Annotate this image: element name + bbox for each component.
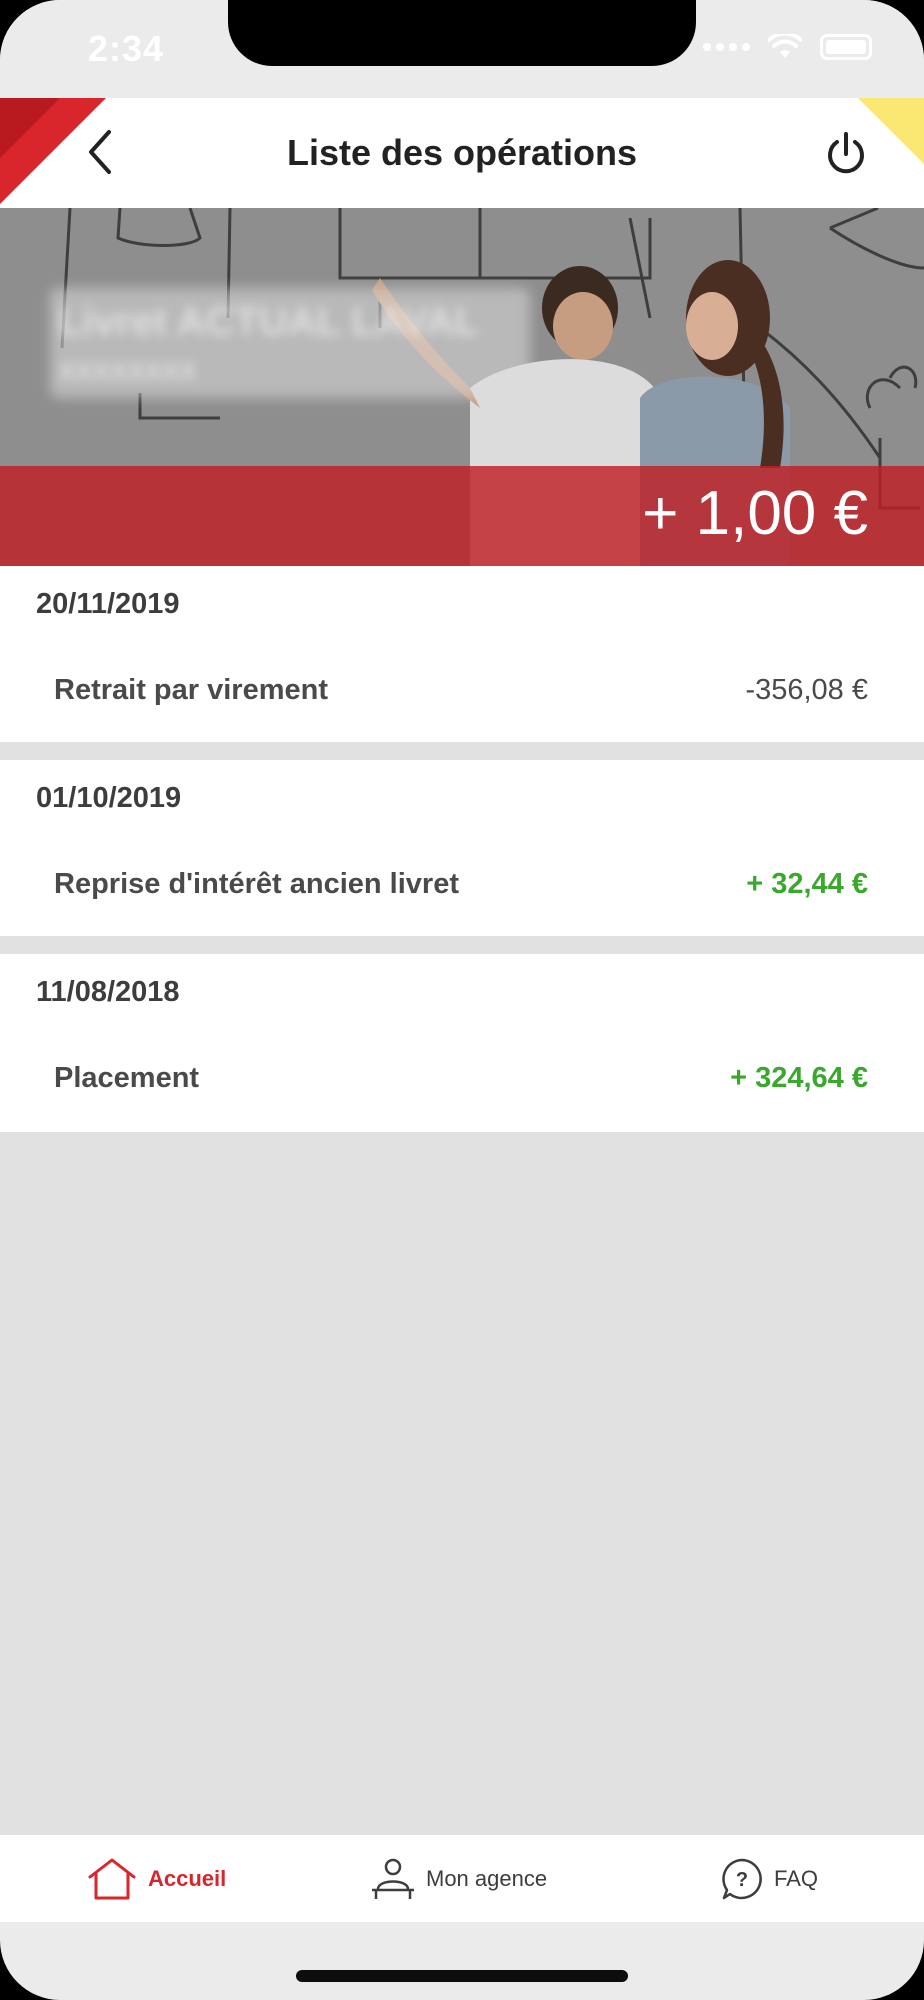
status-time: 2:34	[88, 28, 165, 69]
tab-accueil[interactable]: Accueil	[86, 1835, 226, 1923]
power-icon	[828, 132, 864, 174]
app-header: Liste des opérations	[0, 98, 924, 208]
tab-label: Accueil	[148, 1866, 227, 1891]
signal-icon	[703, 43, 750, 51]
tab-mon-agence[interactable]: Mon agence	[370, 1835, 547, 1923]
operation-group: 20/11/2019 Retrait par virement -356,08 …	[0, 566, 924, 742]
operation-label: Retrait par virement	[54, 674, 328, 706]
operation-row[interactable]: Reprise d'intérêt ancien livret + 32,44 …	[0, 840, 924, 936]
group-separator	[0, 936, 924, 954]
tab-label: FAQ	[774, 1866, 819, 1891]
operation-amount: + 32,44 €	[746, 868, 868, 900]
operation-label: Reprise d'intérêt ancien livret	[54, 868, 459, 900]
account-name: Livret ACTUAL LAVAL	[58, 300, 479, 344]
bottom-tab-bar: Accueil Mon agence ? FAQ	[0, 1834, 924, 1922]
operation-amount: -356,08 €	[745, 674, 868, 706]
battery-icon	[820, 34, 872, 60]
group-separator	[0, 742, 924, 760]
operation-group: 11/08/2018 Placement + 324,64 €	[0, 954, 924, 1132]
operation-date: 01/10/2019	[36, 782, 182, 814]
operation-label: Placement	[54, 1062, 200, 1094]
empty-list-area	[0, 1132, 924, 1834]
home-icon	[88, 1858, 136, 1900]
home-indicator	[296, 1970, 628, 1982]
operation-date: 11/08/2018	[36, 976, 180, 1008]
account-balance: + 1,00 €	[642, 479, 868, 548]
device-notch	[228, 0, 696, 66]
operation-group: 01/10/2019 Reprise d'intérêt ancien livr…	[0, 760, 924, 936]
status-icons	[703, 34, 872, 60]
operation-amount: + 324,64 €	[730, 1062, 868, 1094]
logout-button[interactable]	[816, 124, 876, 184]
operation-row[interactable]: Retrait par virement -356,08 €	[0, 646, 924, 742]
tab-faq[interactable]: ? FAQ	[720, 1835, 818, 1923]
wifi-icon	[768, 34, 802, 60]
agent-icon	[372, 1858, 414, 1899]
tab-label: Mon agence	[426, 1866, 548, 1891]
balance-bar: + 1,00 €	[0, 466, 924, 566]
status-bar: 2:34	[0, 0, 924, 98]
operation-date: 20/11/2019	[36, 588, 180, 620]
faq-icon: ?	[722, 1858, 762, 1900]
phone-screen: 2:34 Liste des opérations Livret ACTUAL …	[0, 0, 924, 2000]
operation-row[interactable]: Placement + 324,64 €	[0, 1034, 924, 1130]
account-banner: Livret ACTUAL LAVAL XXXXXXXX + 1,00 €	[0, 208, 924, 566]
page-title: Liste des opérations	[286, 132, 638, 173]
svg-text:?: ?	[736, 1869, 748, 1891]
account-number: XXXXXXXX	[58, 356, 197, 386]
